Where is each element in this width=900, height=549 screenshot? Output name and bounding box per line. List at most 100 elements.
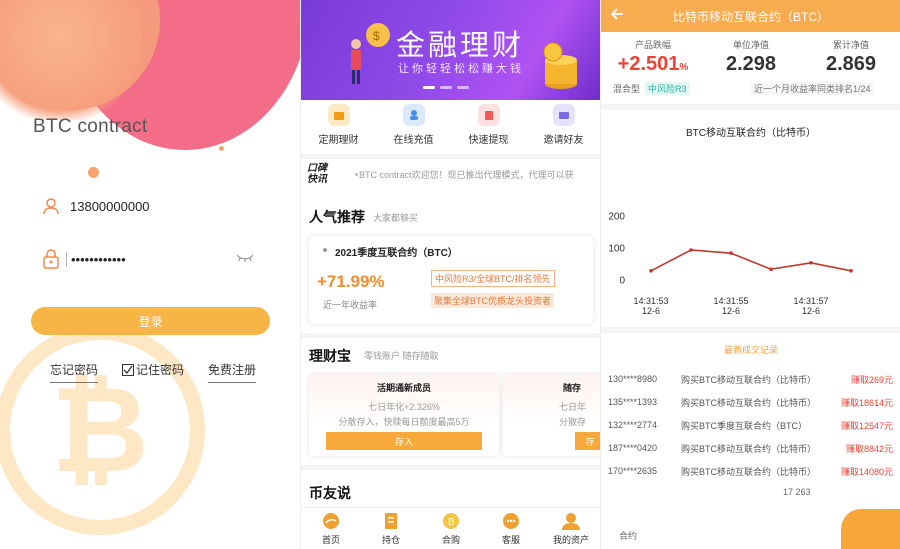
checkbox-icon[interactable]: [122, 363, 134, 376]
data-point[interactable]: [809, 261, 813, 265]
quick-item-fixed-finance[interactable]: 定期理财: [301, 104, 376, 152]
invite-icon: [552, 104, 575, 126]
popular-title: 人气推荐: [309, 209, 365, 225]
svg-text:$: $: [373, 29, 380, 43]
tab-holdings[interactable]: 持仓: [361, 508, 421, 549]
savings-card[interactable]: 活期通新成员 七日年化+2.326% 分散存入，快赎每日额度最高5万 存入: [309, 374, 499, 456]
login-button[interactable]: 登录: [31, 307, 270, 335]
savings-title: 随存: [563, 383, 582, 393]
tab-label: 我的资产: [552, 535, 589, 545]
quick-label: 邀请好友: [543, 135, 584, 146]
x-tick-label: 12-6: [802, 306, 820, 316]
x-tick-label: 12-6: [722, 306, 740, 316]
savings-desc: 分散存: [559, 417, 587, 427]
bitcoin-watermark-icon: ₿: [0, 325, 205, 535]
quick-label: 在线充值: [393, 135, 434, 146]
product-name: 2021季度互联合约（BTC）: [335, 248, 458, 259]
register-link[interactable]: 免费注册: [208, 361, 257, 383]
divider: [301, 154, 600, 159]
trade-amount: 赚取18614元: [840, 397, 893, 408]
remember-password-checkbox[interactable]: 记住密码: [122, 361, 184, 382]
trade-amount: 赚取14080元: [840, 466, 893, 477]
product-detail-screen: 比特币移动互联合约（BTC） 产品跌幅 +2.501% 单位净值 2.298 累…: [600, 0, 900, 549]
product-rate-label: 近一年收益率: [323, 300, 378, 310]
tab-my-assets[interactable]: 我的资产: [541, 508, 600, 549]
stat-label: 产品跌幅: [634, 40, 671, 50]
y-tick-label: 200: [608, 211, 625, 222]
tab-home[interactable]: 首页: [301, 508, 361, 549]
trade-amount: 赚取269元: [850, 374, 893, 385]
stat-unit: %: [679, 62, 689, 73]
tab-label: 客服: [501, 535, 520, 545]
promo-banner[interactable]: $ 金融理财 让你轻轻松松赚大钱: [301, 0, 600, 100]
banner-pagination[interactable]: [423, 86, 469, 89]
recharge-icon: [402, 104, 425, 126]
banner-subtitle: 让你轻轻松松赚大钱: [398, 63, 524, 75]
detail-title: 比特币移动互联合约（BTC）: [672, 9, 829, 24]
trade-phone: 130****8980: [608, 374, 658, 384]
detail-footer: 17 263 合约: [601, 487, 900, 549]
stat-change: 产品跌幅 +2.501%: [613, 38, 693, 76]
phone-input[interactable]: 13800000000: [70, 199, 150, 214]
password-input[interactable]: ••••••••••••: [66, 251, 126, 267]
hide-password-icon[interactable]: [236, 250, 285, 268]
licai-subtitle: 零钱账户 随存随取: [364, 351, 439, 361]
x-tick-label: 14:31:57: [793, 296, 828, 306]
deposit-button[interactable]: 存入: [326, 432, 482, 450]
phone-field[interactable]: 13800000000: [38, 191, 268, 221]
bullet-icon: [355, 172, 358, 176]
detail-header: 比特币移动互联合约（BTC）: [601, 0, 900, 32]
deposit-button[interactable]: 存: [575, 432, 600, 450]
trade-row: 170****2635 购买BTC移动互联合约（比特币） 赚取14080元: [601, 461, 900, 481]
tab-service[interactable]: 客服: [481, 508, 541, 549]
licai-title: 理财宝: [309, 348, 351, 364]
product-card[interactable]: 2021季度互联合约（BTC） +71.99% 近一年收益率 中风险R3/全球B…: [309, 236, 593, 324]
stat-total-nav: 累计净值 2.869: [811, 38, 891, 76]
quick-actions: 定期理财 在线充值 快速提现 邀请好友: [301, 104, 600, 152]
back-arrow-icon[interactable]: [609, 6, 625, 27]
forgot-password-link[interactable]: 忘记密码: [50, 361, 99, 383]
trade-phone: 187****0420: [608, 443, 658, 453]
tab-coin[interactable]: B 合购: [421, 508, 481, 549]
quick-item-invite[interactable]: 邀请好友: [526, 104, 600, 152]
product-tag: 聚集全球BTC优质龙头投资者: [431, 293, 555, 308]
data-point[interactable]: [849, 269, 853, 273]
app-title: BTC contract: [33, 116, 148, 137]
trade-phone: 132****2774: [608, 420, 658, 430]
data-point[interactable]: [769, 267, 773, 271]
quick-item-withdraw[interactable]: 快速提现: [451, 104, 526, 152]
data-point[interactable]: [729, 251, 733, 255]
stat-number: +2.501: [617, 53, 680, 75]
coin-stack-icon: [543, 42, 577, 89]
divider: [601, 104, 900, 110]
recent-trades-title: 最新成交记录: [723, 345, 778, 355]
quick-label: 定期理财: [318, 135, 359, 146]
x-tick-label: 14:31:55: [713, 296, 748, 306]
stat-value: 2.869: [825, 53, 877, 75]
news-text: BTC contract欢迎您！现已推出代理模式，代理可以获: [359, 169, 574, 180]
data-point[interactable]: [649, 269, 653, 273]
password-field[interactable]: ••••••••••••: [38, 244, 268, 274]
savings-rate: 七日年: [559, 402, 587, 412]
trade-amount: 赚取12547元: [840, 420, 893, 431]
x-tick-label: 12-6: [642, 306, 660, 316]
quick-item-recharge[interactable]: 在线充值: [376, 104, 451, 152]
banner-title: 金融理财: [396, 30, 525, 62]
tab-label: 持仓: [381, 535, 400, 545]
tab-label: 首页: [321, 535, 340, 545]
trade-row: 135****1393 购买BTC移动互联合约（比特币） 赚取18614元: [601, 392, 900, 412]
risk-tag: 中风险R3: [645, 82, 690, 95]
data-point[interactable]: [689, 248, 693, 252]
news-badge-line: 快讯: [307, 174, 327, 185]
user-icon: [562, 513, 580, 530]
savings-card[interactable]: 随存 七日年 分散存 存: [503, 374, 600, 456]
news-ticker[interactable]: 口碑 快讯 BTC contract欢迎您！现已推出代理模式，代理可以获: [307, 160, 597, 188]
divider: [301, 333, 600, 338]
buy-button[interactable]: [841, 509, 900, 549]
news-badge-line: 口碑: [307, 163, 327, 174]
home-screen: $ 金融理财 让你轻轻松松赚大钱 定期理财 在线充值 快速提现 邀请好友 口碑 …: [300, 0, 600, 549]
bottom-tab-bar: 首页 持仓 B 合购 客服 我的资产: [301, 507, 600, 549]
series-line: [650, 249, 852, 272]
savings-rate: 七日年化+2.326%: [368, 402, 440, 412]
tab-label: 合购: [441, 535, 460, 545]
